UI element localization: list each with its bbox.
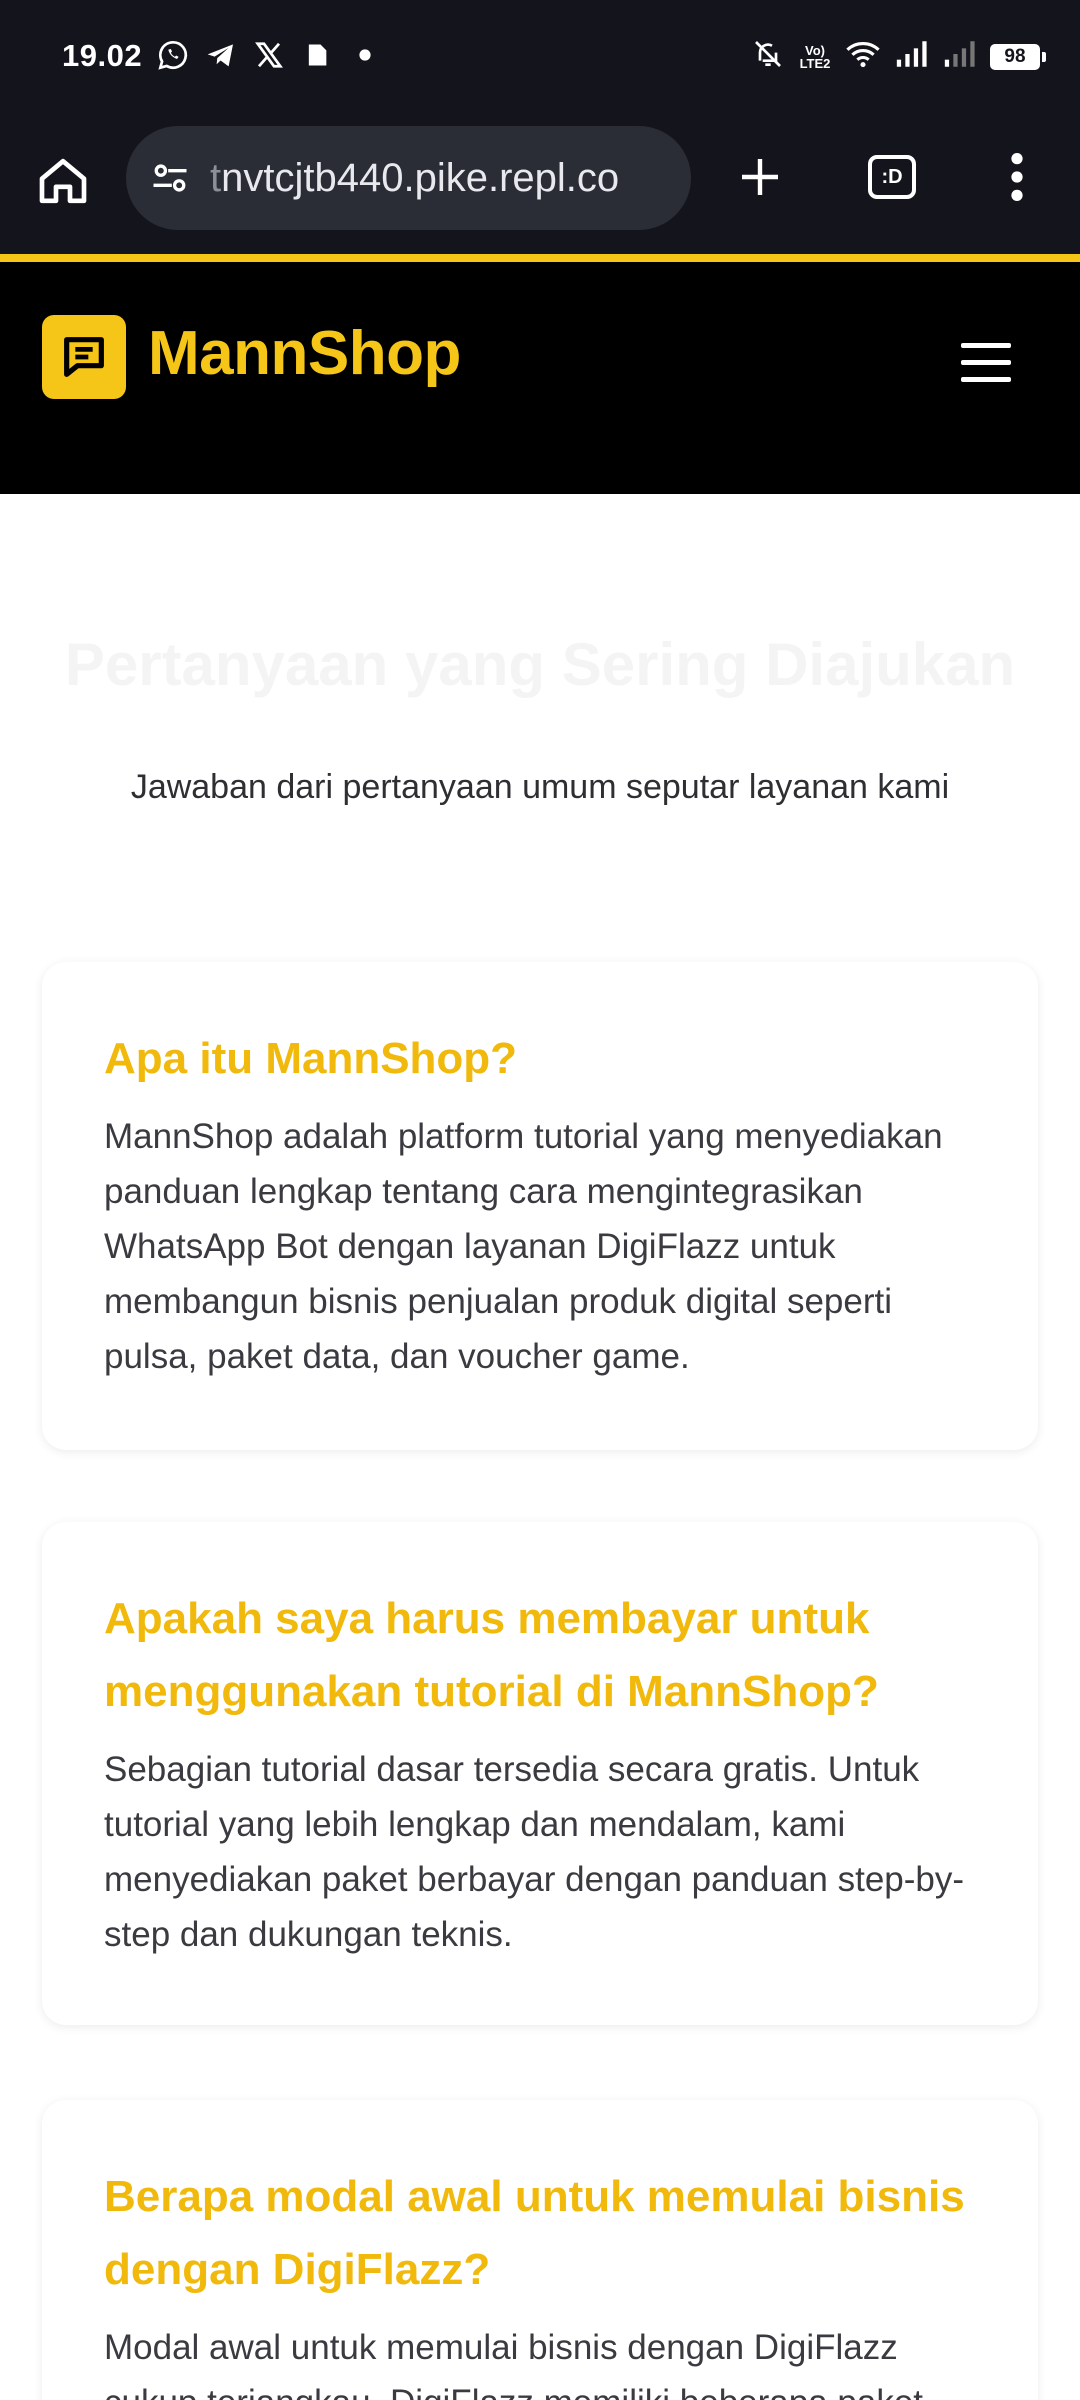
faq-question: Apakah saya harus membayar untuk menggun… [104, 1594, 879, 1716]
new-tab-button[interactable] [725, 142, 795, 212]
faq-answer: Modal awal untuk memulai bisnis dengan D… [104, 2328, 923, 2400]
home-button[interactable] [30, 148, 96, 214]
browser-menu-button[interactable] [982, 142, 1052, 212]
system-icons: Vo) LTE2 98 [752, 38, 1046, 75]
logo[interactable] [42, 315, 126, 399]
home-icon [39, 158, 87, 204]
volte-icon: Vo) LTE2 [799, 42, 831, 71]
browser-toolbar: tnvtcjtb440.pike.repl.co :D [0, 118, 1080, 254]
site-settings-icon[interactable] [146, 154, 194, 202]
faq-card: Apa itu MannShop? MannShop adalah platfo… [42, 962, 1038, 1450]
faq-question: Apa itu MannShop? [104, 1034, 518, 1083]
chat-icon [64, 337, 104, 377]
accent-divider [0, 254, 1080, 262]
menu-bar-icon [961, 342, 1011, 348]
url-text[interactable]: tnvtcjtb440.pike.repl.co [210, 156, 670, 201]
brand-name[interactable]: MannShop [148, 318, 461, 389]
signal-icon [894, 39, 928, 74]
status-bar: 19.02 Vo) LTE2 98 [0, 0, 1080, 118]
more-vert-icon [1011, 152, 1023, 202]
menu-bar-icon [961, 359, 1011, 365]
tab-switcher-button[interactable]: :D [857, 142, 927, 212]
menu-bar-icon [961, 376, 1011, 382]
address-bar[interactable]: tnvtcjtb440.pike.repl.co [126, 126, 691, 230]
faq-subtitle: Jawaban dari pertanyaan umum seputar lay… [130, 768, 950, 806]
x-icon [252, 38, 286, 72]
plus-icon [742, 159, 778, 195]
tab-count: :D [868, 155, 916, 199]
whatsapp-icon [156, 38, 190, 72]
notification-icons [156, 38, 382, 72]
url-faded-text: t [210, 155, 222, 200]
mute-bell-icon [752, 38, 784, 75]
faq-question: Berapa modal awal untuk memulai bisnis d… [104, 2172, 965, 2294]
url-main-text: nvtcjtb440.pike.repl.co [221, 155, 620, 200]
hamburger-menu-button[interactable] [950, 332, 1022, 392]
status-time: 19.02 [62, 38, 143, 73]
signal-weak-icon [942, 39, 976, 74]
dot-icon [348, 38, 382, 72]
wifi-icon [846, 39, 880, 74]
faq-card: Apakah saya harus membayar untuk menggun… [42, 1522, 1038, 2025]
faq-title: Pertanyaan yang Sering Diajukan [64, 631, 1016, 698]
site-header: MannShop [0, 262, 1080, 494]
faq-answer: Sebagian tutorial dasar tersedia secara … [104, 1750, 965, 1954]
faq-card: Berapa modal awal untuk memulai bisnis d… [42, 2100, 1038, 2400]
battery-indicator: 98 [990, 43, 1046, 70]
faq-answer: MannShop adalah platform tutorial yang m… [104, 1117, 943, 1376]
document-icon [300, 38, 334, 72]
telegram-icon [204, 38, 238, 72]
